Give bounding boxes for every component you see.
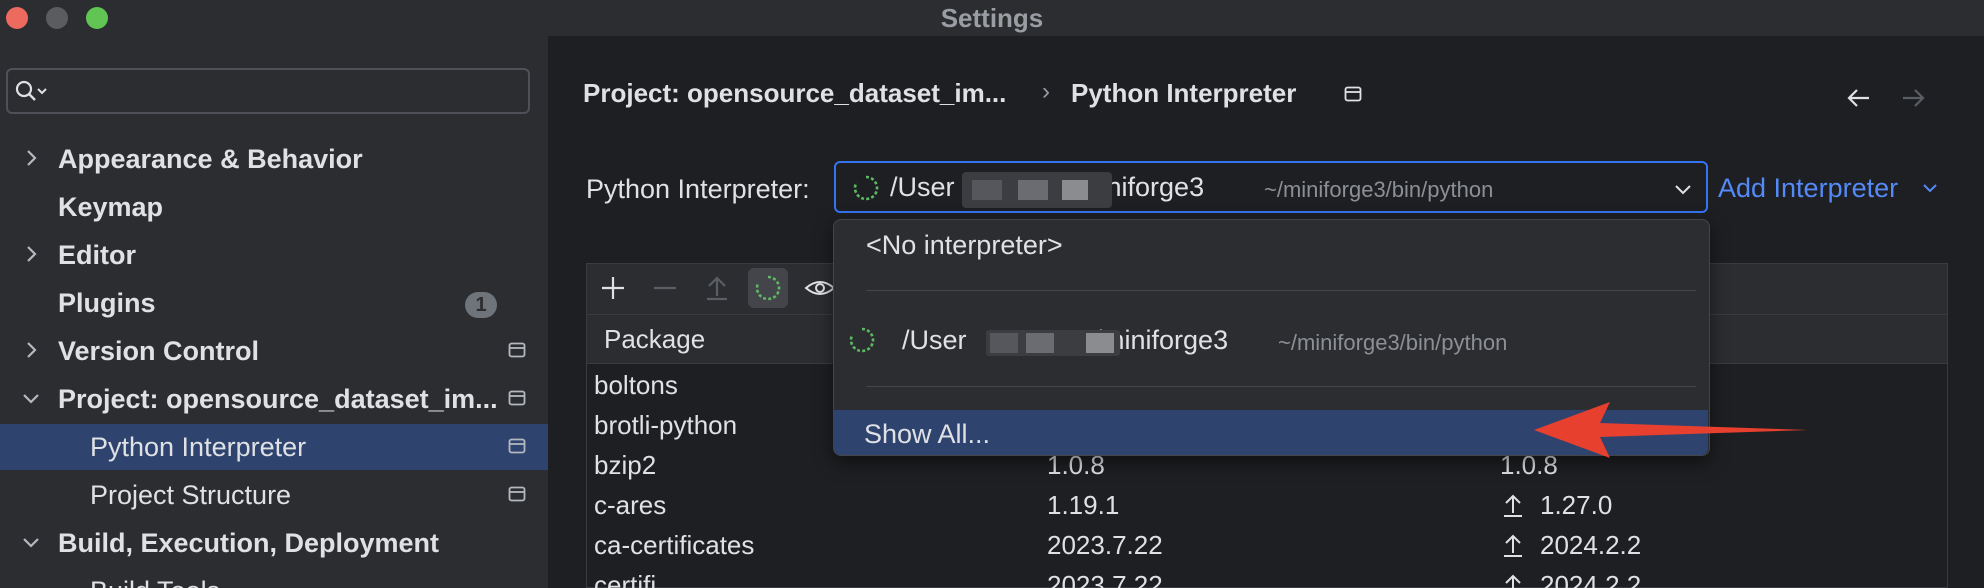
remove-package-icon[interactable] xyxy=(645,268,685,308)
chevron-right-icon[interactable] xyxy=(20,339,42,361)
redacted-username xyxy=(962,172,1112,208)
package-name: c-ares xyxy=(594,490,667,520)
column-header-package[interactable]: Package xyxy=(604,324,705,355)
upgrade-available-icon[interactable] xyxy=(1502,492,1524,518)
package-name: brotli-python xyxy=(594,410,738,440)
chevron-down-icon[interactable] xyxy=(20,387,42,409)
package-name: ca-certificates xyxy=(594,530,755,560)
project-level-icon xyxy=(508,390,526,406)
sidebar-item-build-execution-deployment[interactable]: Build, Execution, Deployment xyxy=(0,520,548,566)
sidebar-item-project-structure[interactable]: Project Structure xyxy=(0,472,548,518)
sidebar-item-plugins[interactable]: Plugins 1 xyxy=(0,280,548,326)
package-version: 2023.7.22 xyxy=(1047,530,1163,560)
sidebar-item-appearance-behavior[interactable]: Appearance & Behavior xyxy=(0,136,548,182)
sidebar-item-python-interpreter[interactable]: Python Interpreter xyxy=(0,424,548,470)
package-name: boltons xyxy=(594,370,678,400)
annotation-arrow xyxy=(1534,402,1808,458)
sidebar-item-keymap[interactable]: Keymap xyxy=(0,184,548,230)
breadcrumb-separator: › xyxy=(1042,78,1050,105)
chevron-down-icon[interactable] xyxy=(20,531,42,553)
forward-arrow-icon[interactable] xyxy=(1897,82,1929,114)
settings-search-input[interactable] xyxy=(6,68,530,114)
package-name: bzip2 xyxy=(594,450,657,480)
package-latest-version: 1.27.0 xyxy=(1540,490,1613,520)
upgrade-available-icon[interactable] xyxy=(1502,532,1524,558)
window-title: Settings xyxy=(940,3,1044,33)
breadcrumb-project[interactable]: Project: opensource_dataset_im... xyxy=(583,78,1006,109)
sidebar-item-label: Build Tools xyxy=(90,576,220,588)
sidebar-item-label: Editor xyxy=(58,240,136,270)
table-row[interactable]: certifi 2023.7.22 2024.2.2 xyxy=(587,568,1947,588)
sidebar-item-label: Version Control xyxy=(58,336,260,366)
package-latest-version: 2024.2.2 xyxy=(1540,530,1642,560)
sidebar-item-label: Appearance & Behavior xyxy=(58,144,363,174)
redacted-username xyxy=(986,330,1120,356)
sidebar-item-label: Build, Execution, Deployment xyxy=(58,528,440,558)
sidebar-item-label: Project: opensource_dataset_im... xyxy=(58,384,498,414)
plugins-update-badge: 1 xyxy=(465,292,497,318)
project-level-icon xyxy=(508,486,526,502)
dropdown-item-path-hint: ~/miniforge3/bin/python xyxy=(1278,330,1508,355)
dropdown-separator xyxy=(866,386,1696,387)
upgrade-available-icon[interactable] xyxy=(1502,572,1524,588)
add-interpreter-link[interactable]: Add Interpreter xyxy=(1718,173,1898,204)
sidebar-item-label: Project Structure xyxy=(90,480,292,510)
sidebar-item-label: Keymap xyxy=(58,192,164,222)
sidebar-item-label: Plugins xyxy=(58,288,156,318)
sidebar-item-project[interactable]: Project: opensource_dataset_im... xyxy=(0,376,548,422)
add-package-icon[interactable] xyxy=(593,268,633,308)
loading-spinner-icon xyxy=(849,327,875,353)
project-level-icon xyxy=(1344,86,1362,102)
upgrade-package-icon[interactable] xyxy=(697,268,737,308)
chevron-down-icon[interactable] xyxy=(1920,178,1940,198)
package-version: 2023.7.22 xyxy=(1047,570,1163,588)
dropdown-separator xyxy=(866,290,1696,291)
package-latest-version: 2024.2.2 xyxy=(1540,570,1642,588)
dropdown-item-no-interpreter[interactable]: <No interpreter> xyxy=(866,230,1063,261)
loading-spinner-icon xyxy=(853,175,879,201)
sidebar-item-version-control[interactable]: Version Control xyxy=(0,328,548,374)
chevron-right-icon[interactable] xyxy=(20,243,42,265)
project-level-icon xyxy=(508,342,526,358)
sidebar-item-label: Python Interpreter xyxy=(90,432,307,462)
interpreter-select-path-hint: ~/miniforge3/bin/python xyxy=(1264,177,1494,202)
package-version: 1.19.1 xyxy=(1047,490,1120,520)
package-name: certifi xyxy=(594,570,657,588)
show-all-label[interactable]: Show All... xyxy=(864,419,990,450)
chevron-down-icon[interactable] xyxy=(1672,178,1694,200)
page-title: Python Interpreter xyxy=(1071,78,1297,108)
sidebar-item-editor[interactable]: Editor xyxy=(0,232,548,278)
search-icon[interactable] xyxy=(14,79,50,103)
back-arrow-icon[interactable] xyxy=(1843,82,1875,114)
chevron-right-icon[interactable] xyxy=(20,147,42,169)
sidebar-item-build-tools[interactable]: Build Tools xyxy=(0,568,548,588)
interpreter-label: Python Interpreter: xyxy=(586,174,810,204)
project-level-icon xyxy=(508,438,526,454)
loading-spinner-icon[interactable] xyxy=(748,268,788,308)
